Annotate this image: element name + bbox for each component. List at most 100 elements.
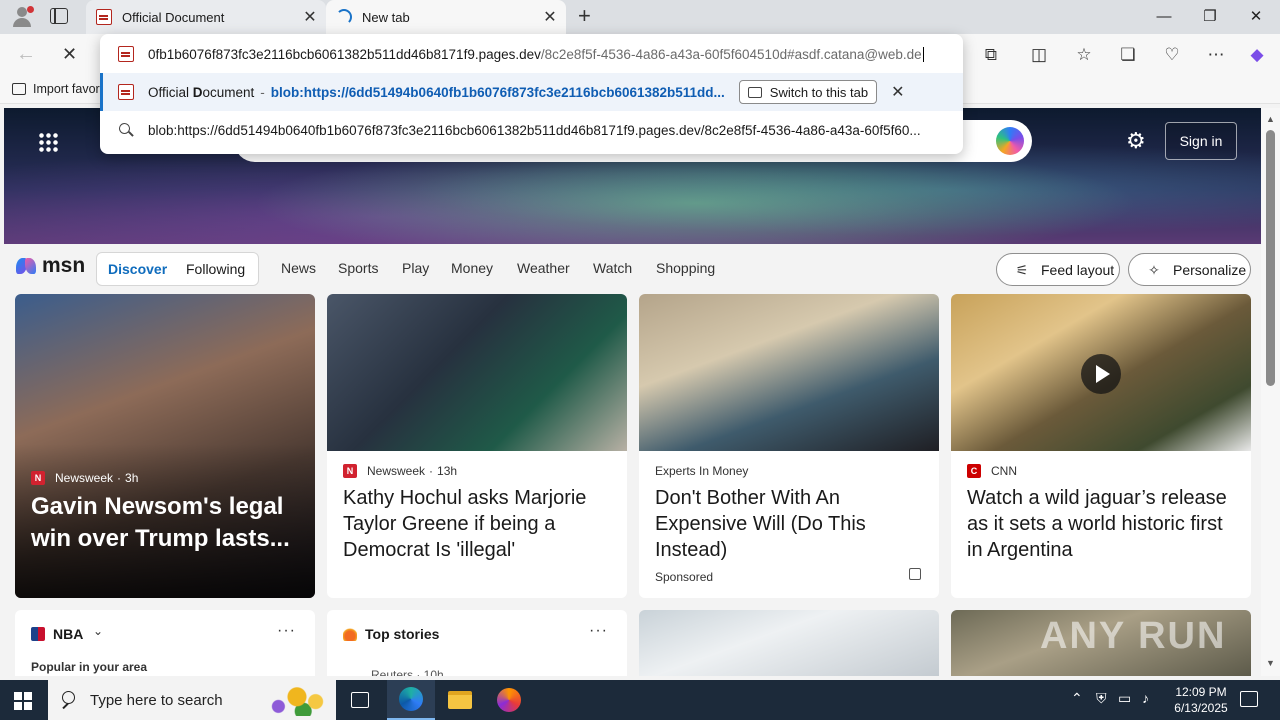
- pdf-icon: [118, 84, 134, 100]
- notifications-icon[interactable]: [1240, 691, 1258, 707]
- newsweek-logo: N: [343, 464, 357, 478]
- chevron-up-icon[interactable]: ⌃: [1071, 690, 1083, 707]
- source-age: 13h: [437, 464, 458, 478]
- nba-title[interactable]: NBA: [53, 626, 83, 642]
- card-source: C CNN: [967, 464, 1017, 478]
- tab-icon: [747, 86, 762, 98]
- scrollbar-thumb[interactable]: [1266, 130, 1275, 386]
- favorites-icon[interactable]: ☆: [1073, 44, 1095, 66]
- nav-money[interactable]: Money: [451, 260, 493, 276]
- taskbar-file-explorer[interactable]: [436, 680, 484, 720]
- nav-play[interactable]: Play: [402, 260, 429, 276]
- taskbar-clock[interactable]: 12:09 PM 6/13/2025: [1170, 684, 1232, 716]
- volume-icon[interactable]: ♪: [1142, 690, 1149, 706]
- nav-shopping[interactable]: Shopping: [656, 260, 715, 276]
- loading-icon: [336, 9, 352, 25]
- settings-more-icon[interactable]: ⋯: [1205, 44, 1227, 66]
- taskbar-edge[interactable]: [387, 680, 435, 720]
- tab-new-tab[interactable]: New tab ✕: [326, 0, 566, 34]
- new-tab-button[interactable]: +: [578, 5, 591, 27]
- card-source: Experts In Money: [655, 464, 748, 478]
- tab-actions-icon[interactable]: [50, 8, 68, 24]
- switch-to-tab-button[interactable]: Switch to this tab: [738, 80, 878, 104]
- copilot-icon[interactable]: ◆: [1246, 44, 1268, 66]
- scroll-down-icon[interactable]: ▼: [1266, 658, 1275, 668]
- clock-date: 6/13/2025: [1174, 701, 1228, 715]
- tab-discover[interactable]: Discover: [108, 261, 167, 277]
- folder-icon: [448, 691, 472, 709]
- tab-following[interactable]: Following: [186, 261, 245, 277]
- nav-sports[interactable]: Sports: [338, 260, 378, 276]
- card-image: [639, 294, 939, 451]
- import-favorites-link[interactable]: Import favor: [12, 82, 100, 96]
- sliders-icon: ⚟: [1015, 261, 1029, 278]
- card-headline[interactable]: Watch a wild jaguar’s release as it sets…: [967, 485, 1239, 563]
- page-scrollbar[interactable]: ▲ ▼: [1261, 108, 1280, 676]
- stop-loading-icon[interactable]: ✕: [62, 42, 77, 66]
- search-icon: [60, 690, 80, 710]
- restore-button[interactable]: ❐: [1187, 0, 1233, 34]
- gear-icon[interactable]: ⚙: [1126, 128, 1146, 154]
- network-icon[interactable]: ▭: [1118, 690, 1131, 707]
- minimize-button[interactable]: —: [1141, 0, 1187, 34]
- source-name: Experts In Money: [655, 464, 749, 478]
- pdf-icon: [96, 9, 112, 25]
- scroll-up-icon[interactable]: ▲: [1266, 114, 1275, 124]
- copilot-icon[interactable]: [996, 127, 1024, 155]
- nav-weather[interactable]: Weather: [517, 260, 570, 276]
- suggestion-title-part: ocument: [202, 84, 255, 100]
- feed-layout-button[interactable]: ⚟ Feed layout: [996, 253, 1120, 286]
- split-screen-icon[interactable]: ◫: [1028, 44, 1050, 66]
- card-image: [327, 294, 627, 451]
- card-headline[interactable]: Kathy Hochul asks Marjorie Taylor Greene…: [343, 485, 615, 563]
- news-card-hochul[interactable]: N Newsweek · 13h Kathy Hochul asks Marjo…: [327, 294, 627, 598]
- news-card-jaguar[interactable]: C CNN Watch a wild jaguar’s release as i…: [951, 294, 1251, 598]
- nav-news[interactable]: News: [281, 260, 316, 276]
- profile-icon[interactable]: [10, 5, 34, 29]
- back-icon[interactable]: ←: [16, 42, 36, 66]
- play-video-icon[interactable]: [1081, 354, 1121, 394]
- source-name: CNN: [991, 464, 1017, 478]
- card-headline[interactable]: Don't Bother With An Expensive Will (Do …: [655, 485, 927, 563]
- security-icon[interactable]: ⛨: [1096, 690, 1107, 707]
- news-card-doctor[interactable]: [639, 610, 939, 676]
- news-card-newsom[interactable]: N Newsweek · 3h Gavin Newsom's legal win…: [15, 294, 315, 598]
- top-stories-title[interactable]: Top stories: [365, 626, 439, 642]
- taskbar-search-box[interactable]: Type here to search: [48, 680, 336, 720]
- close-tab-icon[interactable]: ✕: [540, 7, 560, 27]
- browser-essentials-icon[interactable]: ♡: [1161, 44, 1183, 66]
- suggestion-search[interactable]: blob:https://6dd51494b0640fb1b6076f873fc…: [100, 113, 963, 147]
- extensions-icon[interactable]: ⧉: [980, 44, 1002, 66]
- task-view-button[interactable]: [336, 680, 384, 720]
- feed-layout-label: Feed layout: [1041, 261, 1115, 278]
- msn-logo[interactable]: msn: [16, 254, 85, 278]
- ad-choices-icon[interactable]: [909, 568, 921, 580]
- windows-start-icon[interactable]: [14, 692, 32, 710]
- card-source: N Newsweek · 13h: [343, 464, 457, 478]
- windows-taskbar: Type here to search ⌃ ⛨ ▭ ♪ 12:09 PM 6/1…: [0, 680, 1280, 720]
- nba-subtitle: Popular in your area: [31, 660, 148, 674]
- close-window-button[interactable]: ✕: [1233, 0, 1279, 34]
- apps-grid-icon[interactable]: [38, 132, 58, 152]
- nav-watch[interactable]: Watch: [593, 260, 632, 276]
- suggestion-tab-match[interactable]: Official Document - blob:https://6dd5149…: [100, 73, 963, 111]
- sponsored-card-will[interactable]: Experts In Money Don't Bother With An Ex…: [639, 294, 939, 598]
- tab-official-document[interactable]: Official Document ✕: [86, 0, 326, 34]
- newsweek-logo: N: [31, 471, 45, 485]
- collections-icon[interactable]: ❏: [1117, 44, 1139, 66]
- suggestion-title-part: Official: [148, 84, 193, 100]
- suggestion-title-match: D: [192, 84, 203, 100]
- taskbar-firefox[interactable]: [485, 680, 533, 720]
- chevron-down-icon[interactable]: ⌄: [93, 624, 103, 638]
- remove-suggestion-icon[interactable]: ✕: [891, 82, 904, 102]
- nba-widget: NBA ⌄ ··· Popular in your area: [15, 610, 315, 676]
- url-path: /8c2e8f5f-4536-4a86-a43a-60f5f604510d#as…: [540, 46, 922, 62]
- edge-icon: [399, 687, 423, 711]
- close-tab-icon[interactable]: ✕: [300, 7, 320, 27]
- more-options-icon[interactable]: ···: [589, 622, 608, 640]
- address-input[interactable]: 0fb1b6076f873fc3e2116bcb6061382b511dd46b…: [100, 40, 963, 68]
- sign-in-button[interactable]: Sign in: [1165, 122, 1237, 160]
- personalize-button[interactable]: ✧ Personalize: [1128, 253, 1251, 286]
- more-options-icon[interactable]: ···: [277, 622, 296, 640]
- card-headline[interactable]: Gavin Newsom's legal win over Trump last…: [31, 491, 303, 555]
